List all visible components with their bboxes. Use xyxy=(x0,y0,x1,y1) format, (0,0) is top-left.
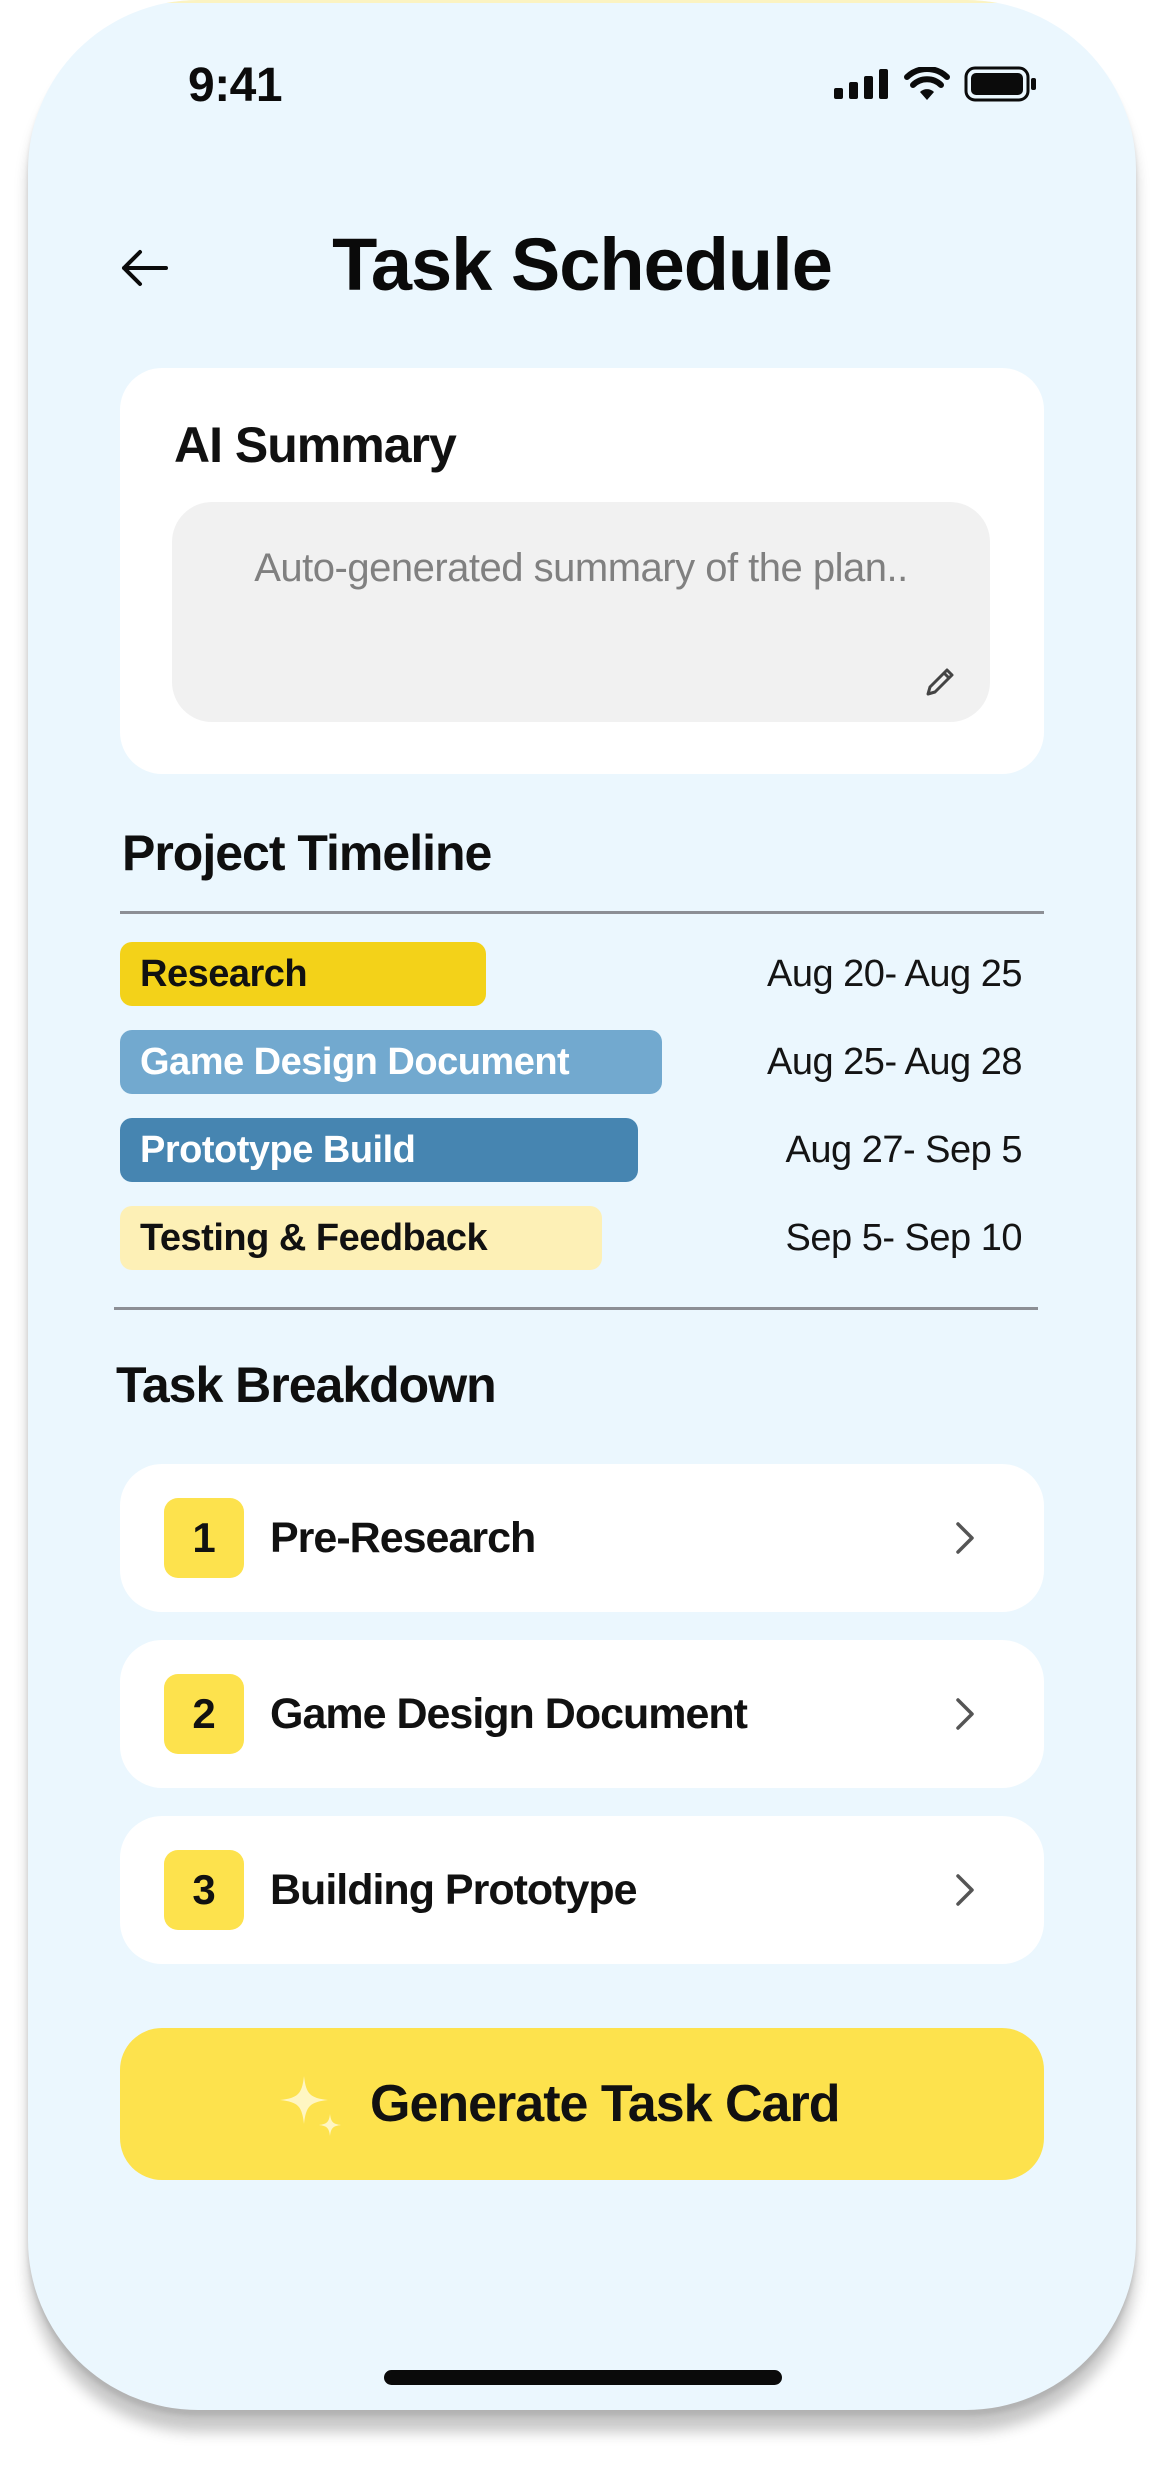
signal-icon xyxy=(834,69,888,99)
timeline-bottom-divider xyxy=(114,1307,1038,1310)
timeline-dates-prototype-build: Aug 27- Sep 5 xyxy=(785,1128,1023,1171)
timeline-dates-research: Aug 20- Aug 25 xyxy=(767,952,1023,995)
timeline-bar-game-design-document[interactable]: Game Design Document xyxy=(120,1030,662,1094)
task-label: Pre-Research xyxy=(270,1513,536,1562)
sparkle-icon xyxy=(280,2076,341,2136)
status-icons xyxy=(834,66,1038,102)
battery-icon xyxy=(964,66,1036,102)
timeline-bar-testing-feedback[interactable]: Testing & Feedback xyxy=(120,1206,602,1270)
ai-summary-card: AI Summary Auto-generated summary of the… xyxy=(120,368,1044,774)
task-number-badge: 3 xyxy=(164,1850,244,1930)
ai-summary-textbox[interactable]: Auto-generated summary of the plan.. xyxy=(172,502,990,722)
timeline-bar-research[interactable]: Research xyxy=(120,942,486,1006)
status-time: 9:41 xyxy=(188,59,283,112)
phone-screen: 9:41 Task Schedule AI Summary Auto-gener… xyxy=(28,0,1136,2410)
timeline-dates-game-design-document: Aug 25- Aug 28 xyxy=(767,1040,1023,1083)
timeline-top-divider xyxy=(120,911,1044,914)
task-card-pre-research[interactable]: 1 Pre-Research xyxy=(120,1464,1044,1612)
chevron-right-icon xyxy=(956,1522,974,1554)
generate-task-card-label: Generate Task Card xyxy=(370,2075,840,2133)
page-title: Task Schedule xyxy=(332,223,833,306)
task-card-game-design-document[interactable]: 2 Game Design Document xyxy=(120,1640,1044,1788)
timeline-dates-testing-feedback: Sep 5- Sep 10 xyxy=(785,1216,1023,1259)
timeline-bar-prototype-build[interactable]: Prototype Build xyxy=(120,1118,638,1182)
chevron-right-icon xyxy=(956,1698,974,1730)
task-number-badge: 1 xyxy=(164,1498,244,1578)
task-label: Game Design Document xyxy=(270,1689,748,1738)
home-indicator[interactable] xyxy=(384,2370,782,2385)
chevron-right-icon xyxy=(956,1874,974,1906)
task-card-building-prototype[interactable]: 3 Building Prototype xyxy=(120,1816,1044,1964)
ai-summary-placeholder: Auto-generated summary of the plan.. xyxy=(254,546,908,590)
pencil-icon[interactable] xyxy=(920,662,960,702)
task-number-badge: 2 xyxy=(164,1674,244,1754)
task-label: Building Prototype xyxy=(270,1865,638,1914)
wifi-icon xyxy=(904,67,950,100)
ai-summary-heading: AI Summary xyxy=(174,417,457,473)
project-timeline-title: Project Timeline xyxy=(122,825,492,881)
generate-task-card-button[interactable]: Generate Task Card xyxy=(120,2028,1044,2180)
task-breakdown-title: Task Breakdown xyxy=(116,1357,497,1413)
